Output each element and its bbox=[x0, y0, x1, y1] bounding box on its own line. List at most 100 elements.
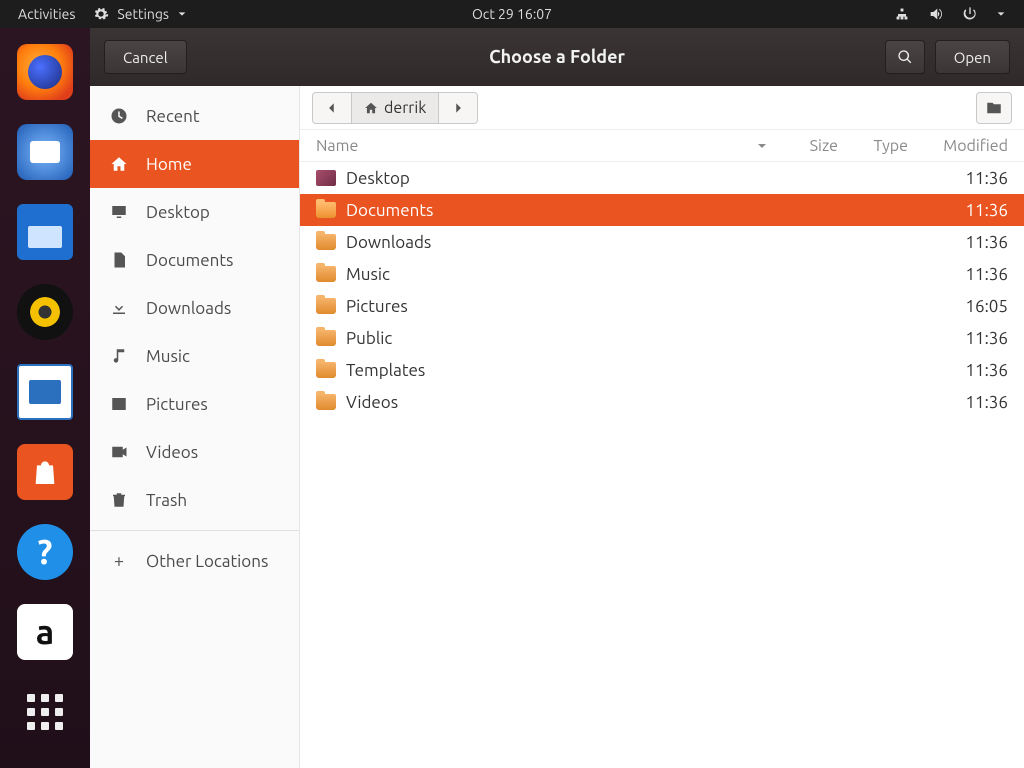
file-name: Desktop bbox=[346, 169, 410, 188]
column-headers: Name Size Type Modified bbox=[300, 130, 1024, 162]
file-modified: 16:05 bbox=[908, 297, 1008, 316]
file-name: Documents bbox=[346, 201, 433, 220]
sidebar-item-recent[interactable]: Recent bbox=[90, 92, 299, 140]
folder-icon bbox=[316, 298, 336, 314]
sidebar-other-locations[interactable]: + Other Locations bbox=[90, 537, 299, 585]
pathbar: derrik bbox=[300, 86, 1024, 130]
col-type[interactable]: Type bbox=[838, 137, 908, 155]
sidebar-item-home[interactable]: Home bbox=[90, 140, 299, 188]
desktop-icon bbox=[316, 170, 336, 186]
path-back[interactable] bbox=[313, 93, 352, 123]
sidebar-item-label: Home bbox=[146, 155, 192, 174]
power-icon[interactable] bbox=[962, 6, 978, 22]
desktop-icon bbox=[110, 203, 128, 221]
open-button[interactable]: Open bbox=[935, 40, 1010, 74]
file-name: Templates bbox=[346, 361, 425, 380]
dock: ? a bbox=[0, 28, 90, 768]
file-name: Videos bbox=[346, 393, 398, 412]
image-icon bbox=[110, 395, 128, 413]
sidebar-item-label: Desktop bbox=[146, 203, 210, 222]
chevron-down-icon[interactable] bbox=[996, 9, 1006, 19]
file-modified: 11:36 bbox=[908, 233, 1008, 252]
dock-writer[interactable] bbox=[17, 364, 73, 420]
activities-button[interactable]: Activities bbox=[18, 6, 75, 22]
sidebar-item-label: Downloads bbox=[146, 299, 231, 318]
file-modified: 11:36 bbox=[908, 361, 1008, 380]
dock-help[interactable]: ? bbox=[17, 524, 73, 580]
sidebar-item-label: Documents bbox=[146, 251, 233, 270]
sidebar-item-trash[interactable]: Trash bbox=[90, 476, 299, 524]
file-row[interactable]: Pictures 16:05 bbox=[300, 290, 1024, 322]
places-sidebar: Recent Home Desktop Documents Downloads … bbox=[90, 86, 300, 768]
file-row[interactable]: Public 11:36 bbox=[300, 322, 1024, 354]
file-modified: 11:36 bbox=[908, 169, 1008, 188]
sidebar-item-label: Music bbox=[146, 347, 190, 366]
chevron-down-icon bbox=[177, 9, 187, 19]
path-segment-label: derrik bbox=[384, 99, 426, 117]
sidebar-item-label: Trash bbox=[146, 491, 187, 510]
path-buttons: derrik bbox=[312, 92, 478, 124]
file-chooser-window: Cancel Choose a Folder Open Recent Home … bbox=[90, 28, 1024, 768]
file-name: Pictures bbox=[346, 297, 408, 316]
cancel-button[interactable]: Cancel bbox=[104, 40, 187, 74]
home-icon bbox=[110, 155, 128, 173]
separator bbox=[90, 530, 299, 531]
file-list: Desktop11:36Documents11:36Downloads11:36… bbox=[300, 162, 1024, 768]
file-row[interactable]: Desktop 11:36 bbox=[300, 162, 1024, 194]
download-icon bbox=[110, 299, 128, 317]
dock-rhythmbox[interactable] bbox=[17, 284, 73, 340]
titlebar: Cancel Choose a Folder Open bbox=[90, 28, 1024, 86]
new-folder-button[interactable] bbox=[976, 92, 1012, 124]
dock-apps[interactable] bbox=[17, 684, 73, 740]
chevron-right-icon bbox=[451, 101, 465, 115]
path-segment-home[interactable]: derrik bbox=[352, 93, 439, 123]
sidebar-item-pictures[interactable]: Pictures bbox=[90, 380, 299, 428]
col-modified[interactable]: Modified bbox=[908, 137, 1008, 155]
dock-files[interactable] bbox=[17, 204, 73, 260]
folder-icon bbox=[316, 202, 336, 218]
sidebar-item-videos[interactable]: Videos bbox=[90, 428, 299, 476]
sidebar-item-downloads[interactable]: Downloads bbox=[90, 284, 299, 332]
network-icon[interactable] bbox=[894, 6, 910, 22]
volume-icon[interactable] bbox=[928, 6, 944, 22]
file-row[interactable]: Downloads11:36 bbox=[300, 226, 1024, 258]
dock-firefox[interactable] bbox=[17, 44, 73, 100]
file-row[interactable]: Videos 11:36 bbox=[300, 386, 1024, 418]
app-menu-label: Settings bbox=[117, 6, 169, 22]
video-icon bbox=[110, 443, 128, 461]
file-name: Public bbox=[346, 329, 392, 348]
folder-icon bbox=[316, 362, 336, 378]
col-name[interactable]: Name bbox=[316, 137, 778, 155]
file-row[interactable]: Documents 11:36 bbox=[300, 194, 1024, 226]
clock[interactable]: Oct 29 16:07 bbox=[472, 6, 552, 22]
chevron-left-icon bbox=[325, 101, 339, 115]
app-menu[interactable]: Settings bbox=[93, 6, 187, 22]
top-panel: Activities Settings Oct 29 16:07 bbox=[0, 0, 1024, 28]
col-size[interactable]: Size bbox=[778, 137, 838, 155]
gear-icon bbox=[93, 6, 109, 22]
sidebar-item-music[interactable]: Music bbox=[90, 332, 299, 380]
file-row[interactable]: Templates 11:36 bbox=[300, 354, 1024, 386]
file-modified: 11:36 bbox=[908, 265, 1008, 284]
dock-software[interactable] bbox=[17, 444, 73, 500]
path-forward[interactable] bbox=[439, 93, 477, 123]
dock-thunderbird[interactable] bbox=[17, 124, 73, 180]
sidebar-item-documents[interactable]: Documents bbox=[90, 236, 299, 284]
file-row[interactable]: Music11:36 bbox=[300, 258, 1024, 290]
sidebar-item-label: Pictures bbox=[146, 395, 208, 414]
dock-amazon[interactable]: a bbox=[17, 604, 73, 660]
file-modified: 11:36 bbox=[908, 201, 1008, 220]
folder-icon bbox=[316, 266, 336, 282]
plus-icon: + bbox=[110, 551, 128, 571]
folder-icon bbox=[316, 394, 336, 410]
grid-icon bbox=[27, 694, 63, 730]
sidebar-item-label: Other Locations bbox=[146, 552, 268, 571]
search-button[interactable] bbox=[885, 40, 925, 74]
file-modified: 11:36 bbox=[908, 329, 1008, 348]
dialog-title: Choose a Folder bbox=[489, 47, 625, 67]
file-modified: 11:36 bbox=[908, 393, 1008, 412]
sidebar-item-desktop[interactable]: Desktop bbox=[90, 188, 299, 236]
folder-icon bbox=[316, 330, 336, 346]
music-icon bbox=[110, 347, 128, 365]
folder-icon bbox=[316, 234, 336, 250]
